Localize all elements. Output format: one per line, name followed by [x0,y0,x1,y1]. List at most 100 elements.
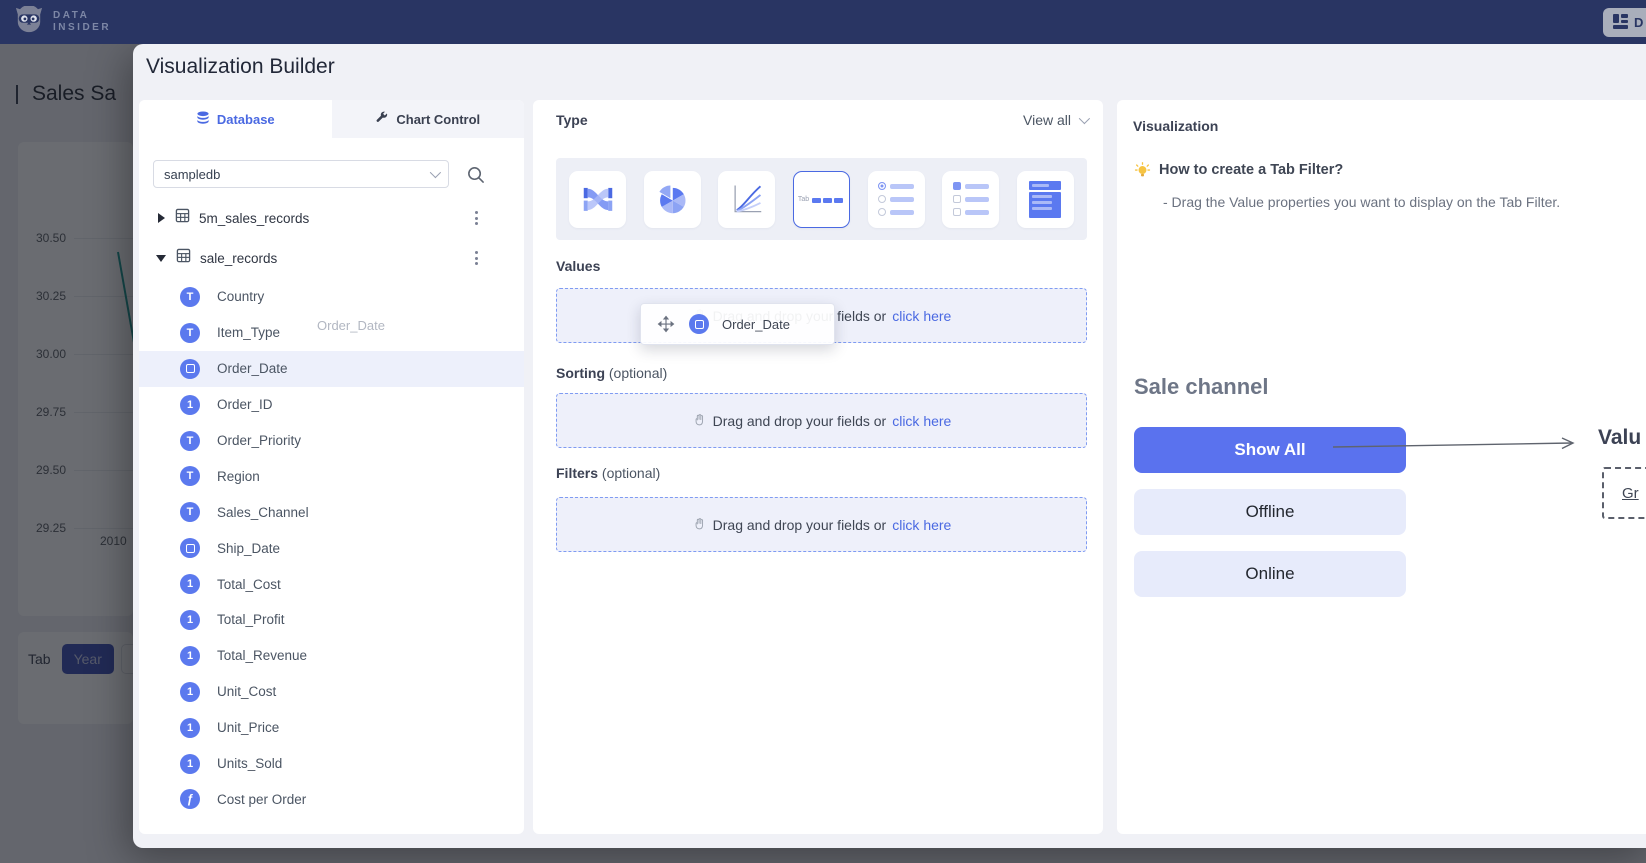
field-item-cost-per-order[interactable]: ƒ Cost per Order [139,781,524,817]
tools-icon [375,111,389,128]
table-menu-kebab-icon[interactable] [469,249,483,267]
app-root: DATAINSIDER D Sales Sa 30.50 [0,0,1646,863]
modal-title: Visualization Builder [146,55,335,79]
drag-hand-icon [692,413,707,428]
sorting-section-label: Sorting (optional) [556,365,667,381]
view-all-dropdown[interactable]: View all [1023,112,1087,128]
field-item-units-sold[interactable]: 1 Units_Sold [139,746,524,782]
number-field-icon: 1 [180,682,200,702]
table-row-5m-sales-records[interactable]: 5m_sales_records [139,205,524,231]
annotation-arrow [1300,436,1600,454]
dropzone-click-here-link[interactable]: click here [892,413,951,429]
database-panel: Database Chart Control sampledb [139,100,524,834]
caret-collapsed-icon[interactable] [158,213,165,223]
chart-type-checkbox-list[interactable] [942,171,999,228]
chart-type-radio-list[interactable] [868,171,925,228]
chart-type-tab-filter[interactable]: Tab [793,171,850,228]
field-item-total-cost[interactable]: 1 Total_Cost [139,566,524,602]
tab-chart-control[interactable]: Chart Control [332,100,525,138]
text-field-icon: T [180,287,200,307]
tab-database[interactable]: Database [139,100,332,138]
tip-title: How to create a Tab Filter? [1159,162,1343,178]
dropzone-click-here-link[interactable]: click here [892,308,951,324]
field-list: T Country T Item_Type Order_Date 1 Order… [139,279,524,817]
text-field-icon: T [180,323,200,343]
radio-list-icon [878,182,914,216]
chevron-down-icon [430,167,441,178]
field-item-order-date[interactable]: Order_Date [139,351,524,387]
field-item-order-priority[interactable]: T Order_Priority [139,423,524,459]
annotation-group-link[interactable]: Gr [1622,485,1639,502]
dropzone-placeholder: Drag and drop your fields or [713,517,887,533]
sorting-dropzone[interactable]: Drag and drop your fields or click here [556,393,1087,448]
field-item-region[interactable]: T Region [139,458,524,494]
filters-dropzone[interactable]: Drag and drop your fields or click here [556,497,1087,552]
left-panel-tabs: Database Chart Control [139,100,524,138]
dashboard-mode-label: D [1634,15,1643,30]
field-item-total-revenue[interactable]: 1 Total_Revenue [139,638,524,674]
dragging-field-label: Order_Date [722,317,790,332]
table-menu-kebab-icon[interactable] [469,209,483,227]
lightbulb-icon [1134,162,1151,184]
chart-type-line[interactable] [718,171,775,228]
field-item-order-id[interactable]: 1 Order_ID [139,387,524,423]
dragging-field-chip[interactable]: Order_Date [640,303,835,345]
text-field-icon: T [180,502,200,522]
dropzone-click-here-link[interactable]: click here [892,517,951,533]
layout-grid-icon [1613,14,1628,32]
text-field-icon: T [180,466,200,486]
line-chart-icon [728,180,766,218]
move-icon [657,315,675,333]
table-grid-icon [175,208,190,228]
chart-type-sankey[interactable] [569,171,626,228]
field-item-unit-price[interactable]: 1 Unit_Price [139,710,524,746]
dashboard-mode-button[interactable]: D [1603,8,1646,37]
date-field-icon [180,538,200,558]
tab-filter-icon: Tab [798,190,845,208]
caret-expanded-icon[interactable] [156,255,166,262]
chart-type-strip: Tab [556,158,1087,240]
values-section-label: Values [556,258,600,274]
number-field-icon: 1 [180,395,200,415]
type-section-label: Type [556,112,588,128]
field-item-total-profit[interactable]: 1 Total_Profit [139,602,524,638]
field-item-sales-channel[interactable]: T Sales_Channel [139,494,524,530]
visualization-panel: Visualization How to create a Tab Filter… [1117,100,1646,834]
database-select[interactable]: sampledb [153,160,449,188]
chart-config-panel: Type View all [533,100,1103,834]
number-field-icon: 1 [180,718,200,738]
drag-source-ghost: Order_Date [317,318,385,333]
text-field-icon: T [180,431,200,451]
tab-database-label: Database [217,112,275,127]
checkbox-list-icon [953,182,989,216]
visualization-builder-modal: Visualization Builder Database [133,44,1646,848]
chart-type-pie[interactable] [644,171,701,228]
field-item-country[interactable]: T Country [139,279,524,315]
preview-title: Sale channel [1134,374,1269,400]
field-item-unit-cost[interactable]: 1 Unit_Cost [139,674,524,710]
table-row-sale-records[interactable]: sale_records [139,245,524,271]
table-grid-icon [176,248,191,268]
number-field-icon: 1 [180,646,200,666]
tip-body: - Drag the Value properties you want to … [1163,194,1560,210]
view-all-label: View all [1023,112,1071,128]
chart-type-table[interactable] [1017,171,1074,228]
database-icon [196,111,210,128]
number-field-icon: 1 [180,574,200,594]
filter-option-offline[interactable]: Offline [1134,489,1406,535]
filters-section-label: Filters (optional) [556,465,660,481]
dropzone-placeholder: Drag and drop your fields or [713,413,887,429]
search-icon [466,165,485,184]
annotation-value-label: Valu [1598,426,1641,450]
brand-logo[interactable]: DATAINSIDER [14,6,111,39]
field-item-ship-date[interactable]: Ship_Date [139,530,524,566]
visualization-label: Visualization [1133,118,1218,134]
sankey-icon [579,180,617,218]
filter-option-online[interactable]: Online [1134,551,1406,597]
table-name: 5m_sales_records [199,211,309,226]
brand-text: DATAINSIDER [53,10,111,35]
table-chart-icon [1029,181,1061,218]
tab-chart-control-label: Chart Control [396,112,480,127]
search-button[interactable] [466,165,485,184]
table-name: sale_records [200,251,277,266]
